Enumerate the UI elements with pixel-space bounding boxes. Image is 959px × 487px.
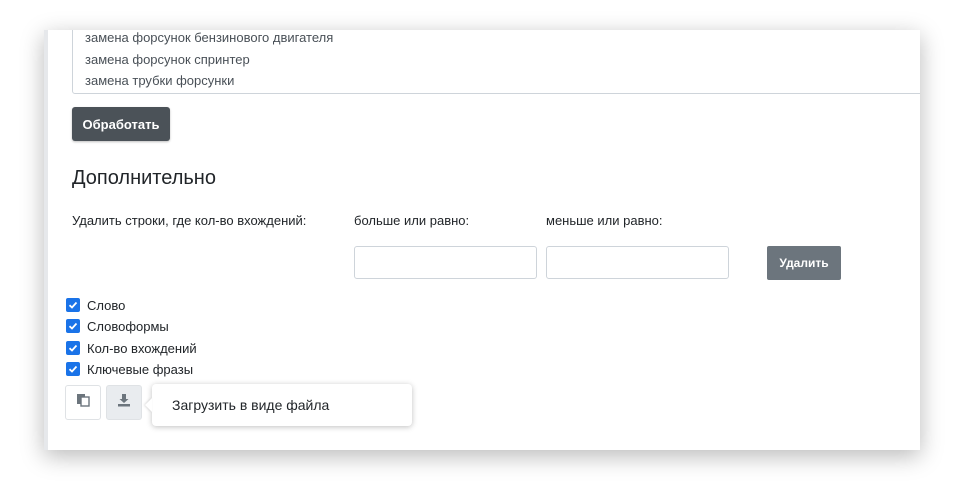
checkbox-checked-icon[interactable] bbox=[66, 362, 80, 376]
download-icon bbox=[117, 393, 131, 412]
section-title: Дополнительно bbox=[72, 167, 216, 189]
checkbox-label: Кол-во вхождений bbox=[87, 340, 197, 356]
checkbox-label: Ключевые фразы bbox=[87, 361, 194, 377]
checkbox-row-keyphrases[interactable]: Ключевые фразы bbox=[66, 361, 193, 377]
checkbox-row-wordforms[interactable]: Словоформы bbox=[66, 318, 169, 334]
main-card: замена форсунок бензинового двигателя за… bbox=[44, 30, 920, 450]
gte-input[interactable] bbox=[354, 246, 537, 279]
lte-input[interactable] bbox=[546, 246, 729, 279]
textarea-line: замена форсунок бензинового двигателя bbox=[85, 30, 334, 45]
download-button[interactable] bbox=[106, 385, 142, 420]
download-tooltip: Загрузить в виде файла bbox=[152, 384, 412, 426]
checkbox-checked-icon[interactable] bbox=[66, 341, 80, 355]
checkbox-row-word[interactable]: Слово bbox=[66, 297, 125, 313]
keywords-textarea[interactable]: замена форсунок бензинового двигателя за… bbox=[72, 30, 920, 94]
process-button[interactable]: Обработать bbox=[72, 107, 170, 141]
checkbox-checked-icon[interactable] bbox=[66, 298, 80, 312]
textarea-line: замена форсунок спринтер bbox=[85, 51, 250, 67]
checkbox-label: Словоформы bbox=[87, 318, 169, 334]
delete-rows-label: Удалить строки, где кол-во вхождений: bbox=[72, 213, 307, 228]
checkbox-label: Слово bbox=[87, 297, 126, 313]
copy-icon bbox=[76, 393, 90, 412]
textarea-line: замена трубки форсунки bbox=[85, 73, 235, 88]
checkbox-row-occurrences[interactable]: Кол-во вхождений bbox=[66, 340, 197, 356]
copy-button[interactable] bbox=[65, 385, 101, 420]
gte-label: больше или равно: bbox=[354, 213, 470, 228]
lte-label: меньше или равно: bbox=[546, 213, 663, 228]
delete-button[interactable]: Удалить bbox=[767, 246, 841, 280]
checkbox-checked-icon[interactable] bbox=[66, 319, 80, 333]
